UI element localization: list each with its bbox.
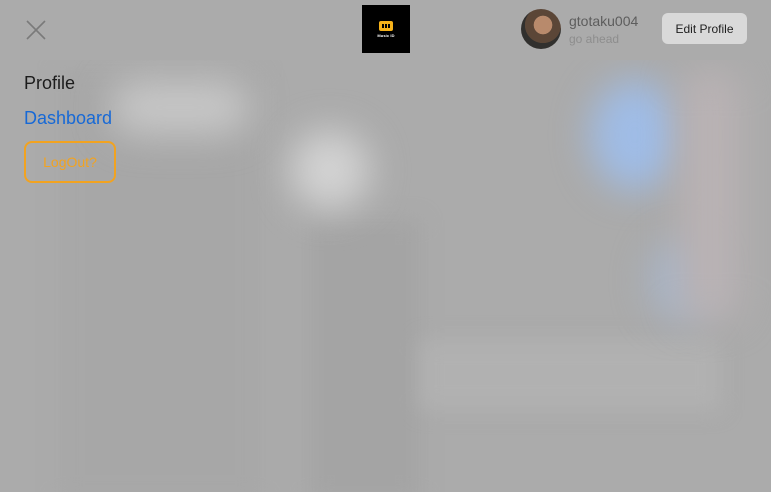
blurred-background (0, 0, 771, 492)
username: gtotaku004 (569, 13, 639, 29)
top-bar: Music ID gtotaku004 go ahead Edit Profil… (0, 0, 771, 60)
user-status: go ahead (569, 32, 620, 46)
logout-button[interactable]: LogOut? (24, 141, 116, 183)
avatar[interactable] (521, 9, 561, 49)
logo-text: Music ID (377, 32, 395, 38)
edit-profile-button[interactable]: Edit Profile (662, 13, 747, 44)
close-icon (26, 20, 46, 40)
logo-icon (379, 20, 393, 31)
app-logo[interactable]: Music ID (362, 5, 410, 53)
menu-item-dashboard[interactable]: Dashboard (24, 108, 112, 129)
menu-item-profile[interactable]: Profile (24, 73, 75, 94)
close-button[interactable] (24, 18, 48, 42)
